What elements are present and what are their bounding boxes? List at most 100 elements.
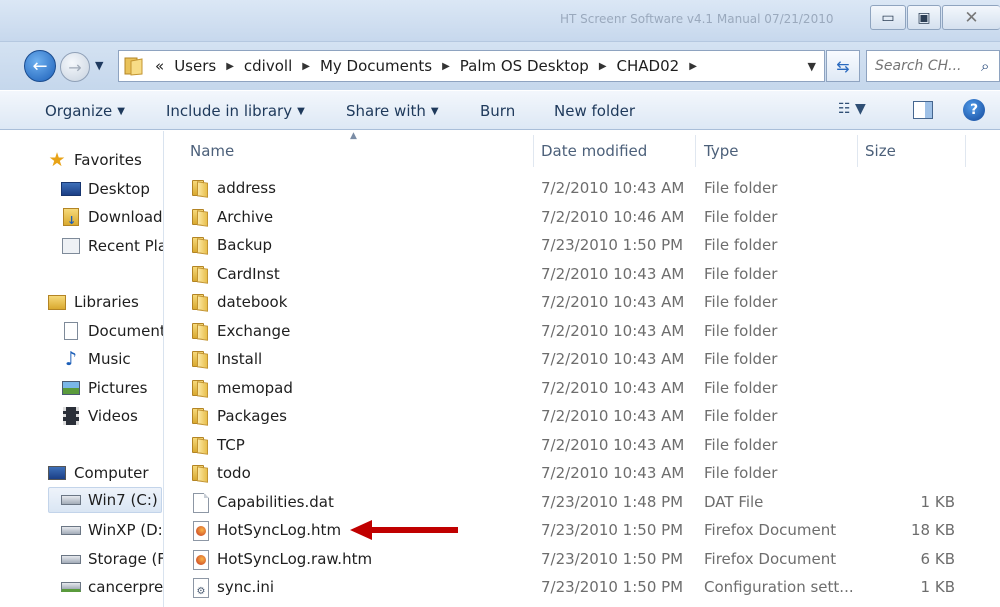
burn-button[interactable]: Burn [480,102,515,120]
recent-pages-button[interactable]: ▼ [95,59,103,72]
breadcrumb-separator-icon[interactable]: ▶ [442,61,450,72]
file-date-modified: 7/2/2010 10:46 AM [541,207,685,226]
nav-documents[interactable]: Documents [60,318,163,344]
file-name: Backup [217,236,272,254]
nav-favorites[interactable]: ★ Favorites [46,147,142,173]
search-input[interactable] [875,58,979,74]
column-divider[interactable] [695,135,696,167]
forward-button[interactable]: → [60,52,90,82]
config-file-icon: ⚙ [191,578,211,598]
table-row[interactable]: todo 7/2/2010 10:43 AM File folder [165,460,1000,488]
include-in-library-label: Include in library [166,102,293,120]
column-header-date-modified[interactable]: Date modified [541,142,647,160]
breadcrumb-label: My Documents [319,57,433,75]
file-name: Exchange [217,321,291,340]
film-icon [60,406,82,426]
breadcrumb-separator-icon[interactable]: ▶ [599,61,607,72]
address-dropdown-icon[interactable]: ▼ [808,60,816,73]
nav-music[interactable]: ♪ Music [60,346,131,372]
nav-videos[interactable]: Videos [60,403,138,429]
column-divider[interactable] [965,135,966,167]
close-button[interactable]: ✕ [942,5,1000,30]
forward-arrow-icon: → [68,57,82,77]
network-drive-icon [60,577,82,597]
address-bar[interactable]: « Users ▶ cdivoll ▶ My Documents ▶ Palm OS … [118,50,825,82]
table-row[interactable]: ⚙ sync.ini 7/23/2010 1:50 PM Configuration … [165,574,1000,602]
nav-recent-places[interactable]: Recent Places [60,233,163,259]
breadcrumb-separator-icon[interactable]: ▶ [226,61,234,72]
nav-downloads-label: Downloads [88,208,164,226]
nav-win7-drive[interactable]: Win7 (C:) [48,487,162,513]
file-type: File folder [704,464,778,482]
nav-favorites-label: Favorites [74,151,142,169]
nav-videos-label: Videos [88,407,138,425]
file-type: File folder [704,407,778,425]
column-header-size[interactable]: Size [865,142,896,160]
table-row[interactable]: Backup 7/23/2010 1:50 PM File folder [165,232,1000,260]
file-type: File folder [704,207,778,226]
change-view-icon[interactable]: ☷ ▼ [838,101,884,121]
back-button[interactable]: ← [24,50,56,82]
table-row[interactable]: Capabilities.dat 7/23/2010 1:48 PM DAT Fil… [165,489,1000,517]
window-title: HT Screenr Software v4.1 Manual 07/21/20… [560,12,834,26]
breadcrumb-my-documents[interactable]: My Documents ▶ [320,57,450,75]
table-row[interactable]: Exchange 7/2/2010 10:43 AM File folder [165,318,1000,346]
table-row[interactable]: HotSyncLog.raw.htm 7/23/2010 1:50 PM Firef… [165,546,1000,574]
nav-pictures[interactable]: Pictures [60,375,147,401]
maximize-button[interactable]: ▣ [907,5,941,30]
downloads-icon: ↓ [60,207,82,227]
nav-computer[interactable]: Computer [46,460,149,486]
nav-storage-drive[interactable]: Storage (F:) [60,546,163,572]
table-row[interactable]: address 7/2/2010 10:43 AM File folder [165,175,1000,203]
minimize-button[interactable]: ▭ [870,5,906,30]
document-icon [191,492,211,513]
file-type: Configuration sett... [704,578,854,596]
nav-pictures-label: Pictures [88,379,148,397]
nav-cancerprev-drive[interactable]: cancerprev [60,574,163,600]
preview-pane-icon[interactable] [913,101,933,119]
file-date-modified: 7/2/2010 10:43 AM [541,264,685,283]
nav-desktop[interactable]: Desktop [60,176,150,202]
breadcrumb-palm-os-desktop[interactable]: Palm OS Desktop ▶ [460,57,607,75]
nav-winxp-drive-label: WinXP (D:) [88,521,164,539]
file-type: File folder [704,435,778,454]
help-icon[interactable]: ? [963,99,985,121]
folder-icon [191,179,211,199]
nav-libraries[interactable]: Libraries [46,289,139,315]
nav-winxp-drive[interactable]: WinXP (D:) [60,517,164,543]
table-row[interactable]: CardInst 7/2/2010 10:43 AM File folder [165,261,1000,289]
breadcrumb-overflow[interactable]: « [155,57,164,75]
column-header-type[interactable]: Type [704,142,738,160]
table-row[interactable]: datebook 7/2/2010 10:43 AM File folder [165,289,1000,317]
folder-icon [191,293,211,313]
breadcrumb-chad02[interactable]: CHAD02 ▶ [617,57,697,75]
file-name: HotSyncLog.raw.htm [217,549,373,568]
share-with-menu[interactable]: Share with ▼ [346,102,439,120]
file-date-modified: 7/2/2010 10:43 AM [541,435,685,454]
refresh-button[interactable]: ⇆ [826,50,860,82]
breadcrumb-users[interactable]: Users ▶ [174,57,234,75]
file-type: File folder [704,264,778,283]
column-divider[interactable] [857,135,858,167]
column-divider[interactable] [533,135,534,167]
breadcrumb-separator-icon[interactable]: ▶ [302,61,310,72]
table-row[interactable]: Install 7/2/2010 10:43 AM File folder [165,346,1000,374]
table-row[interactable]: Archive 7/2/2010 10:46 AM File folder [165,204,1000,232]
file-date-modified: 7/2/2010 10:43 AM [541,407,685,425]
nav-downloads[interactable]: ↓ Downloads [60,204,164,230]
organize-menu[interactable]: Organize ▼ [45,102,125,120]
search-icon[interactable]: ⌕ [981,57,989,75]
table-row[interactable]: Packages 7/2/2010 10:43 AM File folder [165,403,1000,431]
table-row[interactable]: memopad 7/2/2010 10:43 AM File folder [165,375,1000,403]
column-header-name[interactable]: Name [190,142,234,160]
file-date-modified: 7/2/2010 10:43 AM [541,378,685,397]
breadcrumb-cdivoll[interactable]: cdivoll ▶ [244,57,310,75]
breadcrumb-separator-icon[interactable]: ▶ [689,61,697,72]
new-folder-button[interactable]: New folder [554,102,635,120]
table-row[interactable]: HotSyncLog.htm 7/23/2010 1:50 PM Firefox D… [165,517,1000,545]
search-box[interactable]: ⌕ [866,50,1000,82]
file-name: Archive [217,207,274,226]
folder-icon [191,379,211,399]
include-in-library-menu[interactable]: Include in library ▼ [166,102,305,120]
table-row[interactable]: TCP 7/2/2010 10:43 AM File folder [165,432,1000,460]
